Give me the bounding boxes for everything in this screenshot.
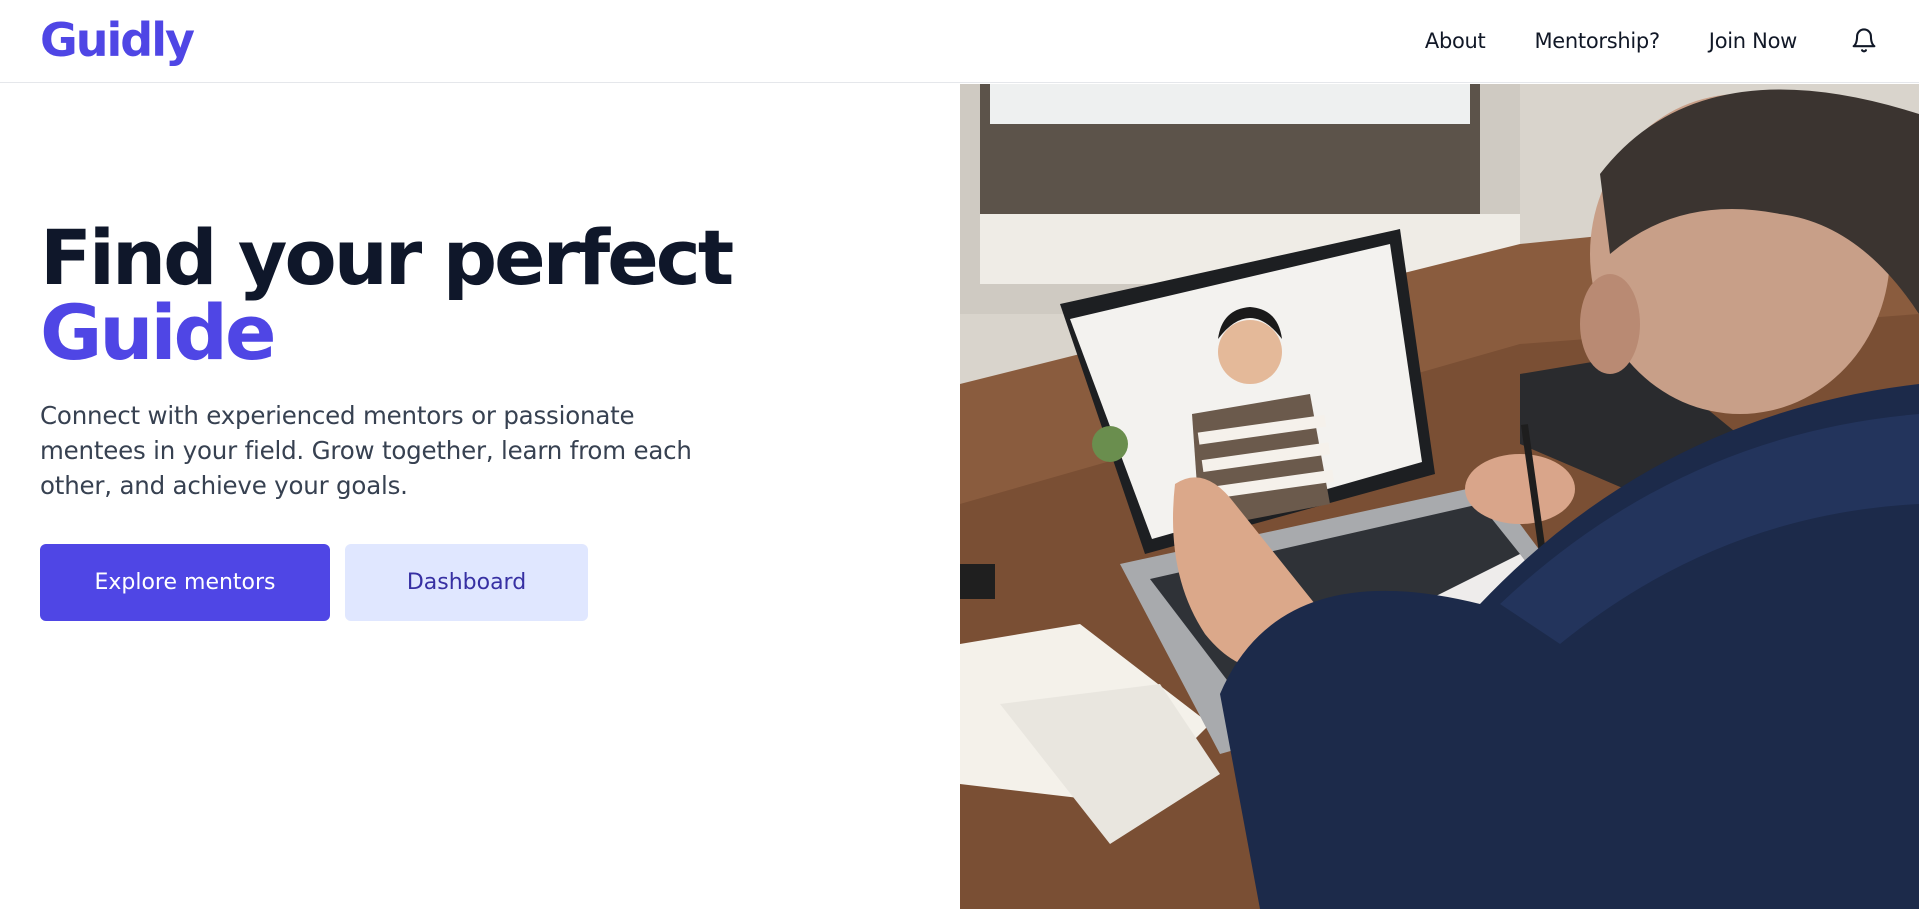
headline-accent: Guide	[40, 288, 276, 377]
dashboard-button[interactable]: Dashboard	[345, 544, 588, 621]
nav-link-mentorship[interactable]: Mentorship?	[1534, 29, 1660, 53]
hero-section: Find your perfect Guide Connect with exp…	[40, 220, 760, 621]
hero-headline: Find your perfect Guide	[40, 220, 760, 377]
explore-mentors-button[interactable]: Explore mentors	[40, 544, 330, 621]
brand-logo[interactable]: Guidly	[40, 17, 195, 63]
nav-links: About Mentorship? Join Now	[1425, 25, 1879, 57]
hero-subtext: Connect with experienced mentors or pass…	[40, 401, 692, 500]
nav-link-about[interactable]: About	[1425, 29, 1486, 53]
nav-link-join-now[interactable]: Join Now	[1709, 29, 1798, 53]
top-navbar: Guidly About Mentorship? Join Now	[0, 0, 1919, 83]
hero-buttons: Explore mentors Dashboard	[40, 544, 760, 621]
hero-photo	[960, 84, 1919, 909]
bell-icon[interactable]	[1849, 25, 1879, 57]
